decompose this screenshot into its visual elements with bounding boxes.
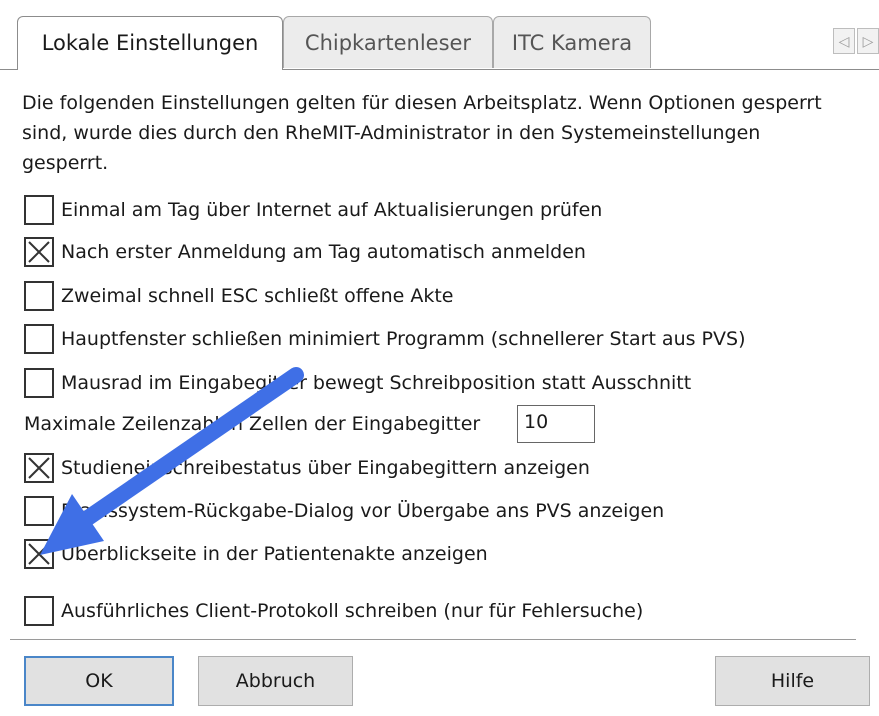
checkmark-x-icon [28,543,50,565]
footer-divider [10,639,856,640]
checkbox-study-status[interactable] [24,453,54,483]
tab-bar: Lokale Einstellungen Chipkartenleser ITC… [0,0,879,70]
scroll-right-icon[interactable]: ▷ [857,28,879,54]
scroll-left-icon[interactable]: ◁ [833,28,855,54]
option-auto-update[interactable]: Einmal am Tag über Internet auf Aktualis… [24,195,602,225]
option-label: Studieneinschreibestatus über Eingabegit… [61,457,590,479]
max-lines-label: Maximale Zeilenzahl in Zellen der Eingab… [24,413,481,435]
checkbox-double-esc[interactable] [24,281,54,311]
checkmark-x-icon [28,457,50,479]
option-label: Praxissystem-Rückgabe-Dialog vor Übergab… [61,500,665,522]
checkbox-auto-update[interactable] [24,195,54,225]
option-label: Mausrad im Eingabegitter bewegt Schreibp… [61,372,692,394]
checkbox-return-dialog[interactable] [24,496,54,526]
option-return-dialog[interactable]: Praxissystem-Rückgabe-Dialog vor Übergab… [24,496,664,526]
checkmark-x-icon [28,241,50,263]
checkbox-overview-page[interactable] [24,539,54,569]
option-minimize-on-close[interactable]: Hauptfenster schließen minimiert Program… [24,324,745,354]
tab-scroll-buttons: ◁ ▷ [833,28,879,54]
tab-itc-kamera[interactable]: ITC Kamera [493,16,651,68]
tab-lokale-einstellungen[interactable]: Lokale Einstellungen [17,16,283,70]
option-label: Hauptfenster schließen minimiert Program… [61,328,746,350]
checkbox-minimize-on-close[interactable] [24,324,54,354]
option-label: Nach erster Anmeldung am Tag automatisch… [61,241,586,263]
checkbox-mousewheel[interactable] [24,368,54,398]
option-label: Ausführliches Client-Protokoll schreiben… [61,600,644,622]
max-lines-input[interactable]: 10 [517,405,595,443]
option-study-status[interactable]: Studieneinschreibestatus über Eingabegit… [24,453,590,483]
cancel-button[interactable]: Abbruch [198,656,353,706]
checkbox-verbose-log[interactable] [24,596,54,626]
checkbox-auto-login[interactable] [24,237,54,267]
option-overview-page[interactable]: Überblickseite in der Patientenakte anze… [24,539,488,569]
option-label: Einmal am Tag über Internet auf Aktualis… [61,199,603,221]
option-mousewheel[interactable]: Mausrad im Eingabegitter bewegt Schreibp… [24,368,691,398]
ok-button[interactable]: OK [24,656,174,706]
option-double-esc[interactable]: Zweimal schnell ESC schließt offene Akte [24,281,454,311]
help-button[interactable]: Hilfe [715,656,870,706]
option-verbose-log[interactable]: Ausführliches Client-Protokoll schreiben… [24,596,643,626]
description-text: Die folgenden Einstellungen gelten für d… [22,92,822,174]
option-label: Überblickseite in der Patientenakte anze… [61,543,488,565]
tab-chipkartenleser[interactable]: Chipkartenleser [283,16,493,68]
option-auto-login[interactable]: Nach erster Anmeldung am Tag automatisch… [24,237,586,267]
option-label: Zweimal schnell ESC schließt offene Akte [61,285,454,307]
